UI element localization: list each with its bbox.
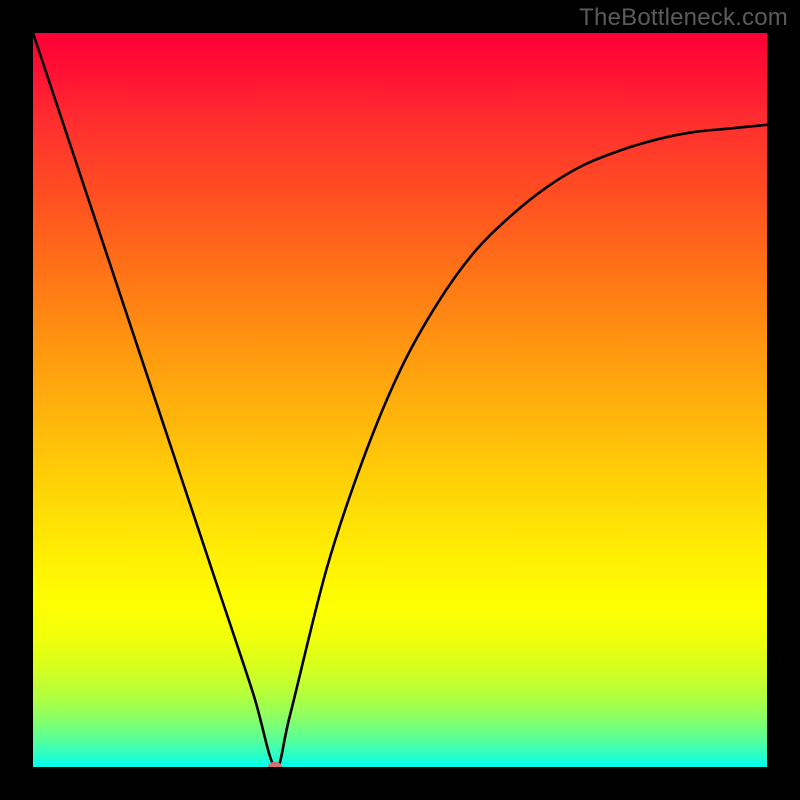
watermark-text: TheBottleneck.com — [579, 4, 788, 32]
optimum-marker — [268, 762, 282, 767]
bottleneck-curve — [33, 33, 767, 767]
plot-area — [33, 33, 767, 767]
chart-frame: TheBottleneck.com — [0, 0, 800, 800]
